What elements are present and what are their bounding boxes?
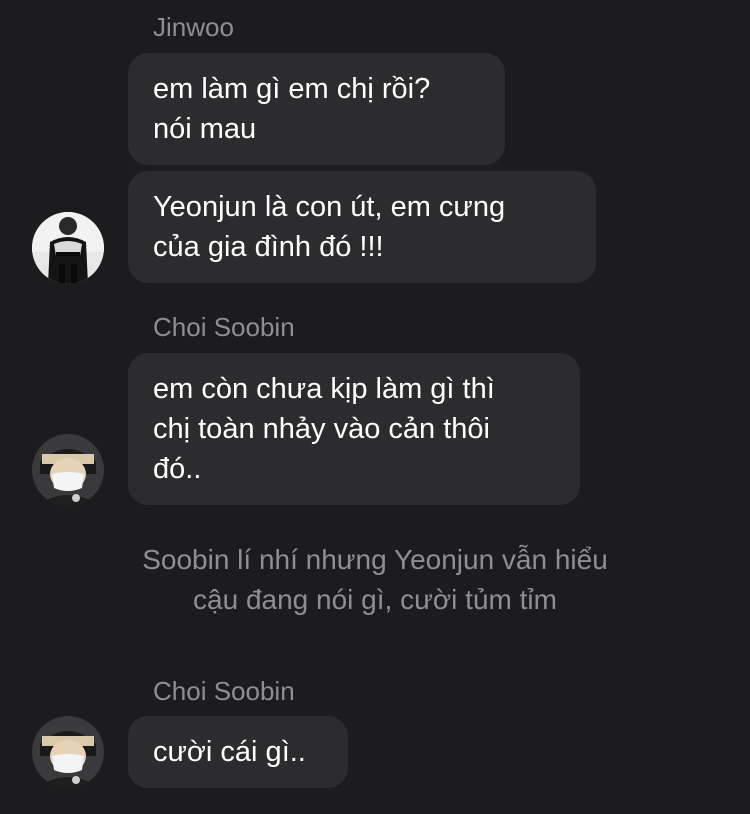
chat-thread: Jinwoo em làm gì em chị rồi? nói mau Yeo… — [0, 0, 750, 814]
message-text-line: em làm gì em chị rồi? — [153, 73, 431, 105]
avatar-soobin-icon[interactable] — [32, 716, 104, 788]
narration-line: Soobin lí nhí nhưng Yeonjun vẫn hiểu — [142, 544, 608, 575]
message-text-line: đó.. — [153, 453, 202, 485]
message-bubble[interactable]: Yeonjun là con út, em cưng của gia đình … — [128, 171, 596, 283]
narration-line: cậu đang nói gì, cười tủm tỉm — [193, 584, 557, 615]
avatar-soobin-icon[interactable] — [32, 434, 104, 506]
message-bubble[interactable]: em làm gì em chị rồi? nói mau — [128, 53, 505, 165]
avatar-jinwoo-icon[interactable] — [32, 212, 104, 284]
sender-name: Choi Soobin — [153, 676, 295, 706]
message-text-line: chị toàn nhảy vào cản thôi — [153, 413, 490, 445]
narration-text: Soobin lí nhí nhưng Yeonjun vẫn hiểu cậu… — [0, 540, 750, 620]
message-bubble[interactable]: em còn chưa kịp làm gì thì chị toàn nhảy… — [128, 353, 580, 505]
sender-name: Jinwoo — [153, 12, 234, 42]
sender-name: Choi Soobin — [153, 312, 295, 342]
message-text-line: cười cái gì.. — [153, 736, 306, 768]
message-text-line: nói mau — [153, 113, 257, 145]
message-text-line: Yeonjun là con út, em cưng — [153, 191, 506, 223]
message-bubble[interactable]: cười cái gì.. — [128, 716, 348, 788]
message-text-line: em còn chưa kịp làm gì thì — [153, 373, 495, 405]
message-text-line: của gia đình đó !!! — [153, 231, 384, 263]
